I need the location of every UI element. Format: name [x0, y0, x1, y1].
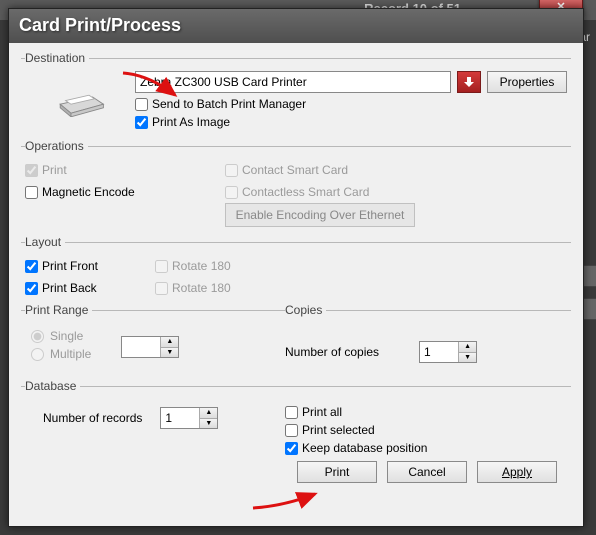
records-up-button[interactable]: ▲: [199, 408, 217, 419]
send-batch-checkbox[interactable]: [135, 98, 148, 111]
side-tab-2: [582, 298, 596, 320]
print-as-image-checkbox[interactable]: [135, 116, 148, 129]
rotate-back-label: Rotate 180: [172, 281, 231, 295]
printer-select[interactable]: Zebra ZC300 USB Card Printer: [135, 71, 451, 93]
contactless-label: Contactless Smart Card: [242, 185, 369, 199]
multiple-radio: [31, 348, 44, 361]
rotate-front-row: Rotate 180: [155, 259, 305, 273]
enable-ethernet-button: Enable Encoding Over Ethernet: [225, 203, 415, 227]
single-row: Single: [31, 329, 91, 343]
records-spinner[interactable]: ▲ ▼: [160, 407, 218, 429]
apply-button[interactable]: Apply: [477, 461, 557, 483]
num-records-label: Number of records: [43, 411, 142, 425]
print-all-checkbox[interactable]: [285, 406, 298, 419]
destination-legend: Destination: [25, 51, 89, 65]
print-selected-label: Print selected: [302, 423, 375, 437]
keep-position-label: Keep database position: [302, 441, 427, 455]
magnetic-label: Magnetic Encode: [42, 185, 135, 199]
print-op-checkbox: [25, 164, 38, 177]
contact-smart-checkbox: [225, 164, 238, 177]
rotate-front-label: Rotate 180: [172, 259, 231, 273]
printer-icon: [25, 71, 135, 131]
print-as-image-row[interactable]: Print As Image: [135, 115, 567, 129]
copies-down-button[interactable]: ▼: [458, 353, 476, 363]
contactless-checkbox: [225, 186, 238, 199]
layout-group: Layout Print Front Rotate 180 Print Back…: [21, 235, 571, 297]
contact-smart-label: Contact Smart Card: [242, 163, 348, 177]
database-legend: Database: [25, 379, 80, 393]
copies-spinner[interactable]: ▲ ▼: [419, 341, 477, 363]
printer-refresh-button[interactable]: [457, 71, 481, 93]
contact-smart-row: Contact Smart Card: [225, 163, 567, 177]
print-back-checkbox[interactable]: [25, 282, 38, 295]
single-label: Single: [50, 329, 83, 343]
magnetic-row[interactable]: Magnetic Encode: [25, 185, 225, 199]
copies-label: Number of copies: [285, 345, 379, 359]
send-batch-row[interactable]: Send to Batch Print Manager: [135, 97, 567, 111]
rotate-back-row: Rotate 180: [155, 281, 305, 295]
print-range-legend: Print Range: [25, 303, 92, 317]
multiple-row: Multiple: [31, 347, 91, 361]
card-print-dialog: Card Print/Process Destination: [8, 8, 584, 527]
records-input[interactable]: [161, 408, 199, 428]
range-input[interactable]: [122, 337, 160, 357]
print-range-group: Print Range Single Multiple: [21, 303, 281, 373]
side-tab-1: [582, 265, 596, 287]
database-group: Database Number of records ▲ ▼: [21, 379, 571, 485]
operations-group: Operations Print Contact Smart Card Magn…: [21, 139, 571, 229]
operations-legend: Operations: [25, 139, 88, 153]
print-op-label: Print: [42, 163, 67, 177]
print-selected-checkbox[interactable]: [285, 424, 298, 437]
layout-legend: Layout: [25, 235, 65, 249]
rotate-front-checkbox: [155, 260, 168, 273]
copies-group: Copies Number of copies ▲ ▼: [281, 303, 571, 373]
contactless-row: Contactless Smart Card: [225, 185, 567, 199]
print-all-row[interactable]: Print all: [285, 405, 567, 419]
keep-position-checkbox[interactable]: [285, 442, 298, 455]
print-back-label: Print Back: [42, 281, 97, 295]
print-back-row[interactable]: Print Back: [25, 281, 155, 295]
dialog-title: Card Print/Process: [19, 15, 181, 35]
print-front-checkbox[interactable]: [25, 260, 38, 273]
properties-button[interactable]: Properties: [487, 71, 567, 93]
cancel-button[interactable]: Cancel: [387, 461, 467, 483]
send-batch-label: Send to Batch Print Manager: [152, 97, 306, 111]
single-radio: [31, 330, 44, 343]
dialog-titlebar: Card Print/Process: [9, 9, 583, 43]
copies-up-button[interactable]: ▲: [458, 342, 476, 353]
copies-legend: Copies: [285, 303, 326, 317]
rotate-back-checkbox: [155, 282, 168, 295]
print-front-label: Print Front: [42, 259, 98, 273]
print-front-row[interactable]: Print Front: [25, 259, 155, 273]
print-selected-row[interactable]: Print selected: [285, 423, 567, 437]
range-spinner[interactable]: ▲ ▼: [121, 336, 179, 358]
printer-name: Zebra ZC300 USB Card Printer: [140, 75, 307, 89]
print-all-label: Print all: [302, 405, 342, 419]
range-up-button[interactable]: ▲: [160, 337, 178, 348]
print-as-image-label: Print As Image: [152, 115, 230, 129]
keep-position-row[interactable]: Keep database position: [285, 441, 567, 455]
copies-input[interactable]: [420, 342, 458, 362]
range-down-button[interactable]: ▼: [160, 348, 178, 358]
print-op-row: Print: [25, 163, 225, 177]
multiple-label: Multiple: [50, 347, 91, 361]
records-down-button[interactable]: ▼: [199, 419, 217, 429]
print-button[interactable]: Print: [297, 461, 377, 483]
magnetic-checkbox[interactable]: [25, 186, 38, 199]
destination-group: Destination Zebra ZC300 USB Card Printer: [21, 51, 571, 133]
